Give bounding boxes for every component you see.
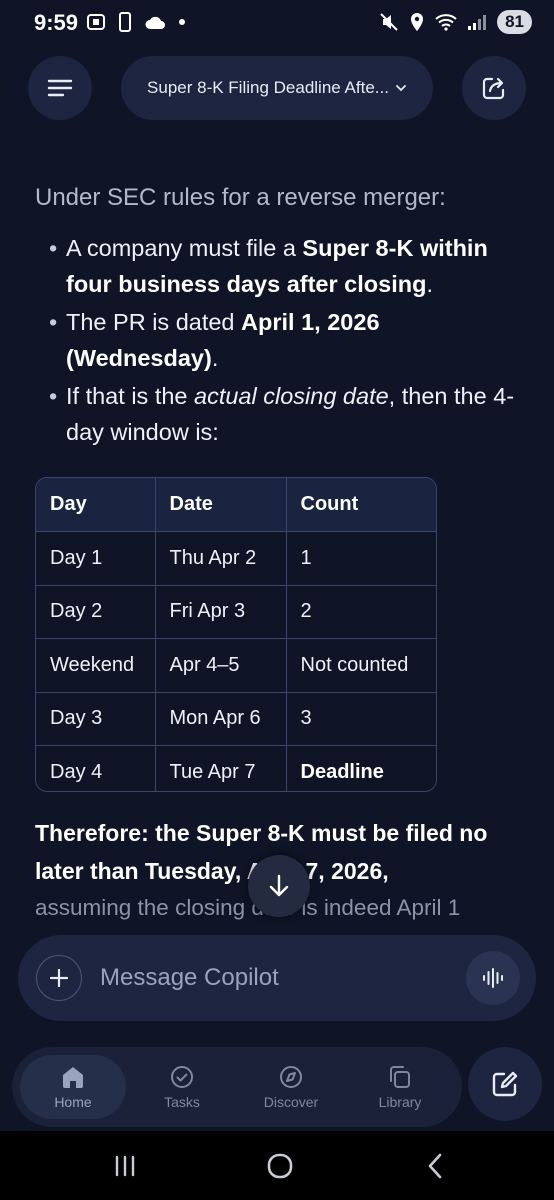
- bullet-text: .: [211, 345, 219, 371]
- nav-label: Library: [378, 1094, 422, 1110]
- location-icon: [411, 13, 424, 31]
- recent-apps-button[interactable]: [105, 1149, 145, 1183]
- table-cell: Apr 4–5: [155, 638, 287, 693]
- phone-icon: [119, 12, 131, 32]
- back-icon: [428, 1153, 442, 1179]
- menu-button[interactable]: [28, 56, 92, 120]
- table-cell: 2: [286, 585, 436, 639]
- nav-label: Home: [54, 1094, 92, 1110]
- share-button[interactable]: [462, 56, 526, 120]
- bullet-item: • A company must file a Super 8-K within …: [49, 235, 488, 297]
- table-row: Day 2 Fri Apr 3 2: [36, 585, 436, 639]
- conversation-title: Super 8-K Filing Deadline Afte...: [147, 78, 389, 97]
- status-bar: 9:59 81: [0, 0, 554, 46]
- table-row: Weekend Apr 4–5 Not counted: [36, 638, 436, 693]
- table-cell: Mon Apr 6: [155, 692, 287, 746]
- table-cell: Day 2: [36, 585, 156, 639]
- mute-icon: [380, 13, 398, 31]
- bullet-list: • A company must file a Super 8-K within …: [35, 230, 525, 450]
- back-button[interactable]: [415, 1149, 455, 1183]
- table-row: Day 3 Mon Apr 6 3: [36, 692, 436, 746]
- recent-apps-icon: [115, 1155, 135, 1177]
- arrow-down-icon: [269, 874, 289, 897]
- cloud-icon: [145, 16, 165, 29]
- add-attachment-button[interactable]: [36, 955, 82, 1001]
- home-icon: [63, 1067, 83, 1088]
- voice-waveform-icon: [483, 968, 503, 988]
- edit-icon: [492, 1071, 518, 1097]
- assistant-message: Under SEC rules for a reverse merger: • A…: [35, 178, 525, 452]
- bullet-text: If that is the: [66, 383, 195, 409]
- top-bar: Super 8-K Filing Deadline Afte...: [0, 56, 554, 120]
- bullet-item: • If that is the actual closing date, the…: [49, 383, 515, 445]
- nav-item-library[interactable]: Library: [347, 1055, 453, 1119]
- table-cell: Tue Apr 7: [155, 745, 287, 791]
- status-notification-icons: [86, 12, 186, 32]
- table-header-cell: Count: [286, 478, 436, 532]
- bullet-text: The PR is dated: [66, 309, 242, 335]
- bullet-item: • The PR is dated April 1, 2026 (Wednesda…: [49, 309, 380, 371]
- home-system-button[interactable]: [260, 1149, 300, 1183]
- table-cell: Weekend: [36, 638, 156, 693]
- screenshot-icon: [87, 14, 105, 30]
- table-header-cell: Date: [155, 478, 287, 532]
- nav-item-tasks[interactable]: Tasks: [129, 1055, 235, 1119]
- home-circle-icon: [267, 1153, 293, 1179]
- message-composer: [18, 935, 536, 1021]
- table-header-cell: Day: [36, 478, 156, 532]
- table-cell: Day 3: [36, 692, 156, 746]
- table-cell: 1: [286, 531, 436, 586]
- signal-icon: [468, 15, 487, 30]
- bullet-italic-text: actual closing date: [194, 383, 389, 409]
- table-cell: Not counted: [286, 638, 436, 693]
- wifi-icon: [435, 14, 457, 31]
- dot-icon: [179, 19, 185, 25]
- table-cell: Fri Apr 3: [155, 585, 287, 639]
- chevron-down-icon: [396, 85, 406, 92]
- library-icon: [390, 1066, 410, 1088]
- scroll-to-bottom-button[interactable]: [248, 855, 310, 917]
- plus-icon: [49, 968, 69, 988]
- conversation-title-button[interactable]: Super 8-K Filing Deadline Afte...: [121, 56, 433, 120]
- status-system-icons: 81: [379, 10, 532, 34]
- deadline-table: Day Date Count Day 1 Thu Apr 2 1 Day 2 F…: [35, 477, 437, 792]
- nav-item-discover[interactable]: Discover: [238, 1055, 344, 1119]
- message-input[interactable]: [100, 957, 440, 999]
- table-cell: 3: [286, 692, 436, 746]
- message-intro: Under SEC rules for a reverse merger:: [35, 184, 446, 211]
- table-cell: Thu Apr 2: [155, 531, 287, 586]
- new-chat-button[interactable]: [468, 1047, 542, 1121]
- table-row: Day 1 Thu Apr 2 1: [36, 531, 436, 586]
- table-header-row: Day Date Count: [36, 478, 436, 532]
- table-cell: Day 1: [36, 531, 156, 586]
- nav-label: Discover: [263, 1094, 319, 1110]
- table-cell: Deadline: [286, 745, 436, 791]
- table-cell: Day 4: [36, 745, 156, 791]
- bullet-text: A company must file a: [66, 235, 303, 261]
- bullet-text: .: [426, 271, 433, 297]
- share-icon: [482, 77, 505, 100]
- menu-icon: [47, 79, 73, 97]
- voice-button[interactable]: [466, 951, 520, 1005]
- compass-icon: [280, 1066, 302, 1088]
- bottom-nav: Home Tasks Discover Library: [12, 1047, 462, 1127]
- status-time: 9:59: [34, 10, 79, 35]
- table-row: Day 4 Tue Apr 7 Deadline: [36, 745, 436, 791]
- nav-item-home[interactable]: Home: [20, 1055, 126, 1119]
- check-circle-icon: [171, 1066, 193, 1088]
- nav-label: Tasks: [164, 1094, 200, 1110]
- battery-indicator: 81: [497, 10, 532, 34]
- system-nav-bar: [0, 1131, 554, 1200]
